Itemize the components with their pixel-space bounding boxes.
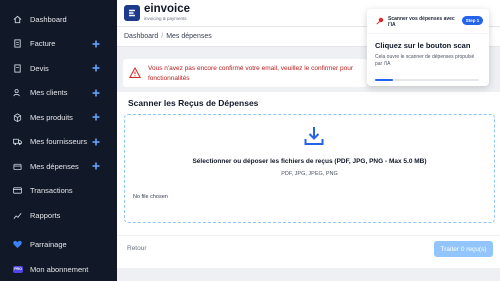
dropzone-instructions: Sélectionner ou déposer les fichiers de … [192,158,427,165]
warning-line-1: Vous n'avez pas encore confirmé votre em… [148,65,354,72]
sidebar-item-label: Mes dépenses [30,161,79,171]
sidebar-item-label: Mes clients [30,88,68,98]
sidebar-item-transactions[interactable]: Transactions [0,179,117,204]
add-fournisseur-button[interactable] [91,137,101,147]
breadcrumb-root[interactable]: Dashboard [124,33,158,40]
sidebar-item-label: Mes produits [30,112,73,122]
tour-progress-bar [375,79,479,81]
sidebar-item-label: Mon abonnement [30,264,89,274]
breadcrumb-current: Mes dépenses [166,33,212,40]
sidebar-item-label: Devis [30,63,49,73]
sidebar-item-mes-produits[interactable]: Mes produits [0,105,117,130]
file-input-status[interactable]: No file chosen [133,194,168,200]
sidebar-item-rapports[interactable]: Rapports [0,203,117,228]
tour-description: Cela ouvre le scanner de dépenses propul… [375,54,475,67]
sidebar-item-abonnement[interactable]: PRO Mon abonnement [0,257,117,281]
sidebar-item-mes-fournisseurs[interactable]: Mes fournisseurs [0,130,117,155]
wallet-icon [13,162,22,171]
logo[interactable]: einvoice invoicing & payments [124,3,191,21]
tour-title: Cliquez sur le bouton scan [375,41,471,50]
sidebar-item-label: Rapports [30,210,61,220]
box-icon [13,113,22,122]
tour-header-text: Scanner vos dépenses avec l'IA [388,16,455,28]
card-icon [13,186,22,195]
sidebar-item-label: Mes fournisseurs [30,137,88,147]
divider [117,235,500,236]
add-produit-button[interactable] [91,112,101,122]
warning-line-2: fonctionnalités [148,75,190,82]
sidebar-item-dashboard[interactable]: Dashboard [0,7,117,32]
add-depense-button[interactable] [91,161,101,171]
sidebar-item-label: Dashboard [30,14,67,24]
document-icon [13,39,22,48]
heart-icon [13,240,22,249]
scanner-card: Scanner les Reçus de Dépenses Sélectionn… [117,92,500,268]
sidebar-item-label: Parrainage [30,240,67,250]
pro-badge: PRO [13,265,23,273]
sidebar-item-label: Transactions [30,186,73,196]
sidebar-item-facture[interactable]: Facture [0,32,117,57]
sidebar: Dashboard Facture Devis Mes clients Mes … [0,0,117,281]
dropzone-formats: PDF, JPG, JPEG, PNG [281,171,338,177]
back-button[interactable]: Retour [127,245,147,252]
home-icon [13,15,22,24]
truck-icon [13,137,22,146]
sidebar-item-parrainage[interactable]: Parrainage [0,233,117,258]
pushpin-icon [376,17,384,25]
sidebar-item-mes-depenses[interactable]: Mes dépenses [0,154,117,179]
tour-popover: Scanner vos dépenses avec l'IA Step 1 Cl… [367,9,489,86]
tour-step-badge: Step 1 [462,16,483,25]
logo-icon [124,4,140,21]
warning-icon [128,66,142,78]
document-icon [13,64,22,73]
email-warning-banner: Vous n'avez pas encore confirmé votre em… [123,59,367,87]
sidebar-item-mes-clients[interactable]: Mes clients [0,81,117,106]
warning-text: Vous n'avez pas encore confirmé votre em… [148,64,353,84]
logo-text: einvoice [144,3,191,15]
sidebar-item-label: Facture [30,39,56,49]
breadcrumb-separator: / [161,33,164,40]
add-client-button[interactable] [91,88,101,98]
process-receipts-button[interactable]: Traiter 0 reçu(s) [434,241,493,257]
add-facture-button[interactable] [91,39,101,49]
file-dropzone[interactable]: Sélectionner ou déposer les fichiers de … [124,114,495,223]
users-icon [13,88,22,97]
add-devis-button[interactable] [91,63,101,73]
sidebar-item-devis[interactable]: Devis [0,56,117,81]
tour-header: Scanner vos dépenses avec l'IA Step 1 [367,9,489,34]
logo-subtitle: invoicing & payments [144,16,187,21]
page-title: Scanner les Reçus de Dépenses [128,98,259,108]
download-icon [303,125,325,147]
chart-icon [13,211,22,220]
tour-progress-fill [375,79,393,81]
